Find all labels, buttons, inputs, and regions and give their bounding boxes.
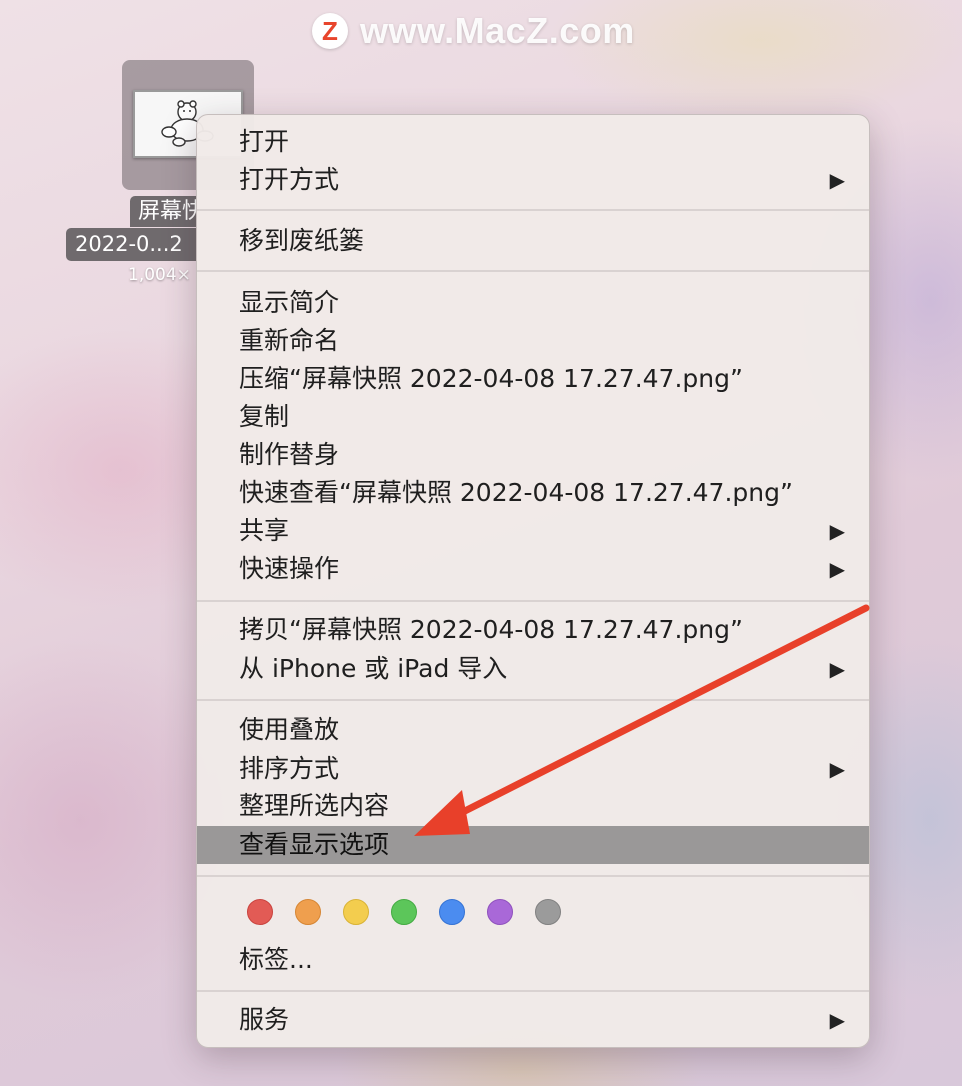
annotation-arrow-icon (414, 604, 870, 836)
